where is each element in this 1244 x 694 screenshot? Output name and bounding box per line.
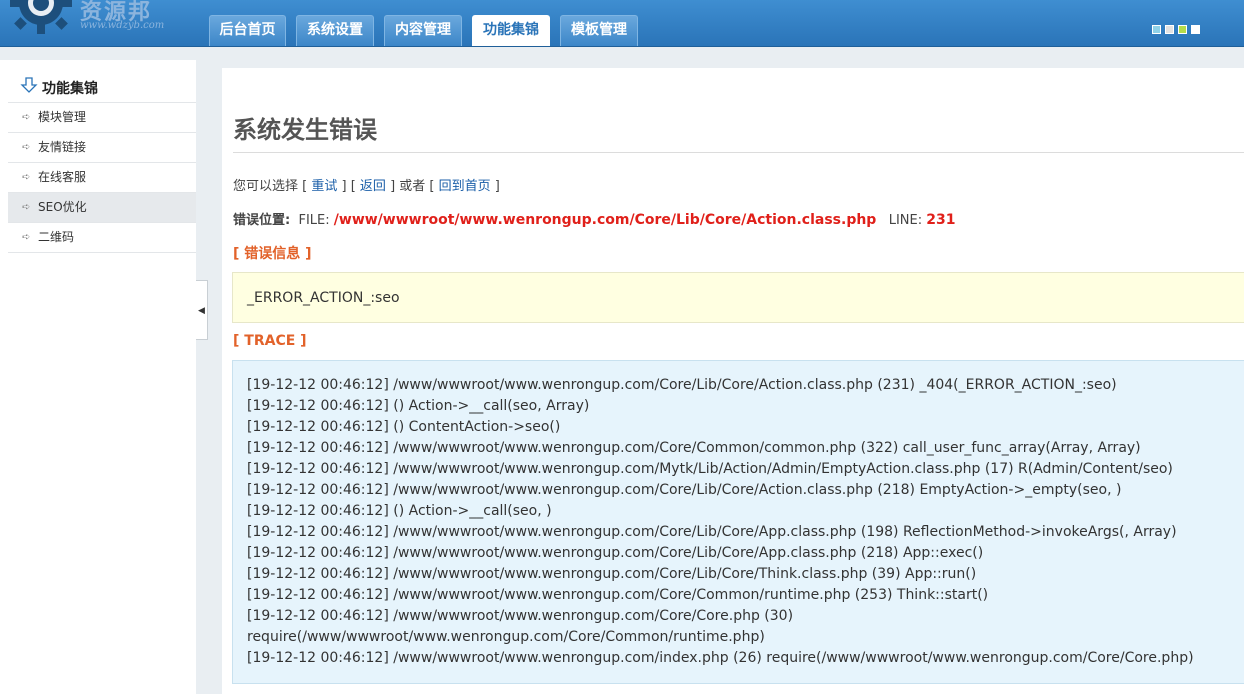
trace-heading: [ TRACE ] (233, 333, 307, 349)
line-number: 231 (926, 212, 956, 228)
tab-features[interactable]: 功能集锦 (472, 15, 550, 46)
home-link[interactable]: 回到首页 (439, 179, 491, 194)
trace-box: [19-12-12 00:46:12] /www/wwwroot/www.wen… (232, 360, 1244, 684)
trace-line: [19-12-12 00:46:12] /www/wwwroot/www.wen… (247, 608, 794, 624)
sidebar-item-label: 二维码 (38, 230, 75, 244)
choice-line: 您可以选择 [ 重试 ] [ 返回 ] 或者 [ 回到首页 ] (233, 179, 500, 194)
tab-content-management[interactable]: 内容管理 (384, 15, 462, 46)
arrow-right-icon: ➪ (22, 172, 31, 183)
tab-home[interactable]: 后台首页 (209, 15, 286, 46)
gear-logo-icon (10, 0, 72, 34)
sidebar-item-label: 模块管理 (38, 110, 87, 124)
trace-line: [19-12-12 00:46:12] /www/wwwroot/www.wen… (247, 377, 1117, 393)
trace-line: [19-12-12 00:46:12] () Action->__call(se… (247, 503, 552, 519)
error-location: 错误位置: FILE: /www/wwwroot/www.wenrongup.c… (233, 209, 956, 228)
tab-template-management[interactable]: 模板管理 (560, 15, 638, 46)
arrow-right-icon: ➪ (22, 112, 31, 123)
page-title: 系统发生错误 (233, 116, 377, 144)
skin-green-swatch[interactable] (1178, 25, 1187, 34)
error-message: _ERROR_ACTION_:seo (247, 290, 400, 306)
arrow-down-icon (20, 77, 38, 93)
tab-system-settings[interactable]: 系统设置 (296, 15, 374, 46)
error-info-heading: [ 错误信息 ] (233, 246, 312, 262)
back-link[interactable]: 返回 (360, 179, 386, 194)
file-path: /www/wwwroot/www.wenrongup.com/Core/Lib/… (333, 212, 877, 228)
line-label: LINE: (888, 213, 923, 228)
trace-line: [19-12-12 00:46:12] /www/wwwroot/www.wen… (247, 587, 989, 603)
location-label: 错误位置: (233, 213, 291, 228)
main-content: 系统发生错误 您可以选择 [ 重试 ] [ 返回 ] 或者 [ 回到首页 ] 错… (222, 68, 1244, 694)
sidebar-item-online-service[interactable]: ➪ 在线客服 (8, 163, 196, 193)
trace-line: [19-12-12 00:46:12] /www/wwwroot/www.wen… (247, 566, 977, 582)
sidebar-item-label: SEO优化 (38, 200, 87, 214)
arrow-right-icon: ➪ (22, 142, 31, 153)
choice-prefix: 您可以选择 (233, 179, 299, 194)
trace-line: [19-12-12 00:46:12] /www/wwwroot/www.wen… (247, 650, 1194, 666)
retry-link[interactable]: 重试 (311, 179, 337, 194)
sidebar-header: 功能集锦 (8, 72, 196, 103)
error-message-box: _ERROR_ACTION_:seo (232, 272, 1244, 323)
sidebar-collapse-button[interactable]: ◀ (196, 280, 208, 340)
arrow-right-icon: ➪ (22, 202, 31, 213)
trace-line: [19-12-12 00:46:12] /www/wwwroot/www.wen… (247, 440, 1141, 456)
sidebar: 功能集锦 ➪ 模块管理 ➪ 友情链接 ➪ 在线客服 ➪ SEO优化 ➪ 二维码 (0, 60, 196, 694)
arrow-right-icon: ➪ (22, 232, 31, 243)
trace-line: require(/www/wwwroot/www.wenrongup.com/C… (247, 629, 765, 645)
trace-line: [19-12-12 00:46:12] () Action->__call(se… (247, 398, 590, 414)
title-divider (233, 152, 1244, 153)
trace-line: [19-12-12 00:46:12] /www/wwwroot/www.wen… (247, 545, 984, 561)
sidebar-item-modules[interactable]: ➪ 模块管理 (8, 103, 196, 133)
trace-line: [19-12-12 00:46:12] /www/wwwroot/www.wen… (247, 482, 1122, 498)
sidebar-title: 功能集锦 (42, 81, 98, 97)
sidebar-item-seo[interactable]: ➪ SEO优化 (8, 193, 196, 223)
skin-cyan-swatch[interactable] (1152, 25, 1161, 34)
sidebar-item-label: 友情链接 (38, 140, 87, 154)
file-label: FILE: (298, 213, 330, 228)
trace-line: [19-12-12 00:46:12] /www/wwwroot/www.wen… (247, 461, 1173, 477)
skin-gray-swatch[interactable] (1165, 25, 1174, 34)
top-header: 资源邦 www.wdzyb.com 后台首页 系统设置 内容管理 功能集锦 模板… (0, 0, 1244, 47)
skin-white-swatch[interactable] (1191, 25, 1200, 34)
sidebar-item-qrcode[interactable]: ➪ 二维码 (8, 223, 196, 253)
trace-line: [19-12-12 00:46:12] () ContentAction->se… (247, 419, 561, 435)
choice-or: 或者 (399, 179, 426, 194)
sidebar-item-friend-links[interactable]: ➪ 友情链接 (8, 133, 196, 163)
sidebar-item-label: 在线客服 (38, 170, 87, 184)
trace-line: [19-12-12 00:46:12] /www/wwwroot/www.wen… (247, 524, 1177, 540)
logo-url: www.wdzyb.com (80, 20, 165, 31)
